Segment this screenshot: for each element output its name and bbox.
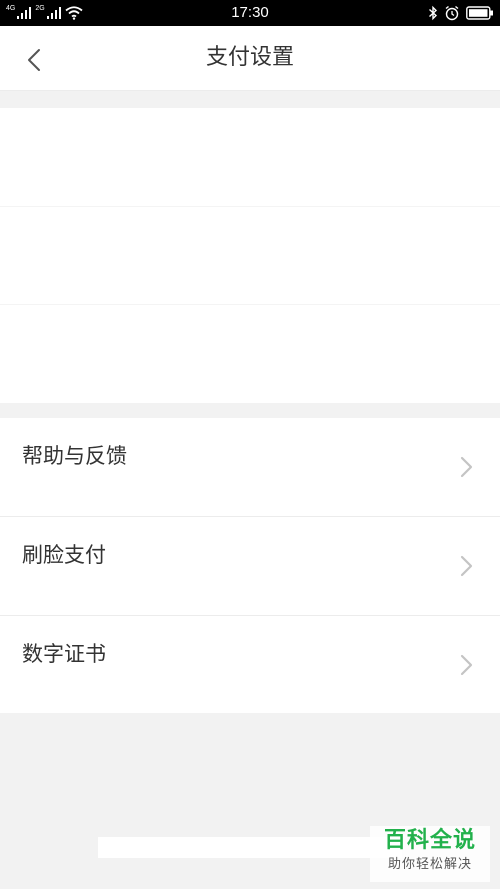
menu-item-digital-certificate[interactable]: 数字证书	[0, 615, 500, 714]
chevron-left-icon	[28, 49, 40, 71]
chevron-right-icon	[460, 654, 473, 676]
bluetooth-icon	[429, 5, 438, 21]
settings-menu: 帮助与反馈 刷脸支付 数字证书	[0, 418, 500, 713]
menu-item-label: 刷脸支付	[22, 543, 106, 567]
menu-item-help-feedback[interactable]: 帮助与反馈	[0, 418, 500, 516]
menu-item-face-pay[interactable]: 刷脸支付	[0, 516, 500, 615]
watermark-title: 百科全说	[383, 828, 476, 853]
status-bar-right	[428, 4, 494, 22]
row-divider	[0, 304, 500, 305]
chevron-right-icon	[460, 456, 473, 478]
blank-settings-card	[0, 108, 500, 403]
status-time: 17:30	[231, 4, 269, 21]
menu-item-label: 数字证书	[22, 642, 106, 666]
row-divider	[0, 206, 500, 207]
back-button[interactable]	[16, 42, 52, 78]
watermark-subtitle: 助你轻松解决	[387, 857, 472, 872]
watermark-logo: 百科全说 助你轻松解决	[370, 826, 490, 882]
bottom-strip	[98, 837, 402, 858]
page-title: 支付设置	[205, 45, 294, 70]
chevron-right-icon	[460, 555, 473, 577]
status-bar: 4G 2G 17:30	[0, 0, 500, 26]
nav-bar: 支付设置	[0, 26, 500, 91]
battery-icon	[466, 6, 493, 20]
menu-item-label: 帮助与反馈	[22, 444, 127, 468]
alarm-clock-icon	[445, 5, 459, 21]
